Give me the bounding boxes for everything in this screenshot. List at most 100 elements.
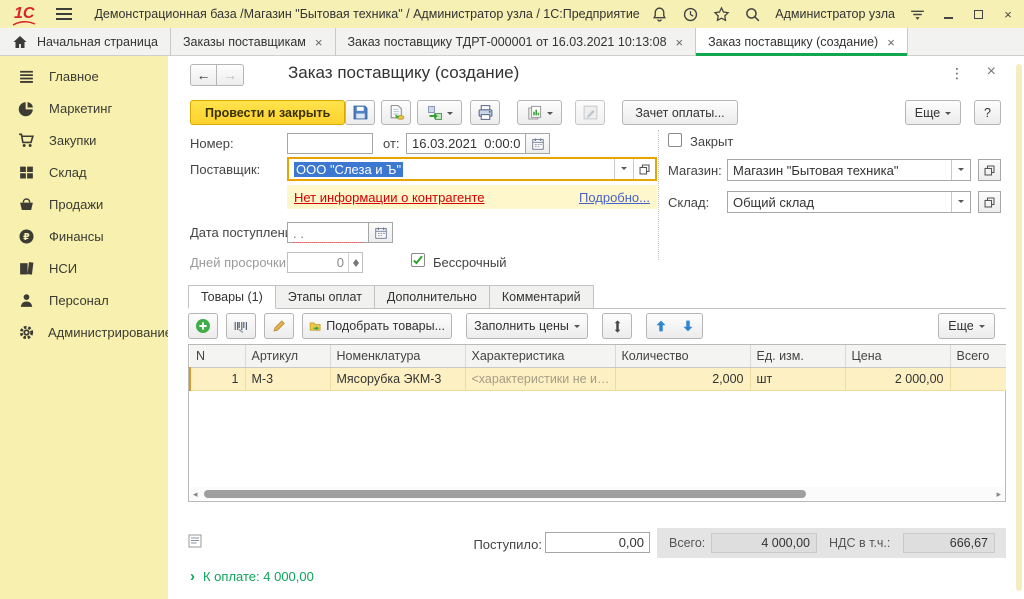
warehouse-dropdown-button[interactable] [951, 192, 970, 212]
favorites-star-icon[interactable] [713, 6, 730, 23]
minimize-button[interactable] [940, 6, 956, 22]
tab-close-icon[interactable]: × [676, 36, 684, 49]
cell-nomenclature[interactable]: Мясорубка ЭКМ-3 [330, 368, 465, 391]
sidebar-item-warehouse[interactable]: Склад [0, 156, 168, 188]
warehouse-open-button[interactable] [978, 191, 1001, 213]
scroll-left-arrow-icon[interactable]: ◂ [193, 489, 198, 500]
no-counterparty-info-link[interactable]: Нет информации о контрагенте [294, 190, 485, 205]
maximize-button[interactable] [970, 6, 986, 22]
number-input[interactable] [287, 133, 373, 154]
cell-price[interactable]: 2 000,00 [845, 368, 950, 391]
move-row-down-button[interactable] [673, 313, 703, 339]
shop-combobox[interactable]: Магазин "Бытовая техника" [727, 159, 971, 181]
edit-row-button[interactable] [264, 313, 294, 339]
fill-prices-button[interactable]: Заполнить цены [466, 313, 588, 339]
notifications-bell-icon[interactable] [651, 6, 668, 23]
stepper-arrows[interactable] [348, 253, 362, 272]
col-nomenclature[interactable]: Номенклатура [330, 345, 465, 368]
scroll-right-arrow-icon[interactable]: ▸ [996, 489, 1001, 500]
form-more-button[interactable]: Еще [905, 100, 961, 125]
edit-attachment-button[interactable] [575, 100, 605, 125]
tab-payment-stages[interactable]: Этапы оплат [275, 285, 375, 308]
form-vertical-scrollbar[interactable] [1016, 64, 1022, 591]
shop-dropdown-button[interactable] [951, 160, 970, 180]
sidebar-item-personnel[interactable]: Персонал [0, 284, 168, 316]
sidebar-item-purchases[interactable]: Закупки [0, 124, 168, 156]
table-more-button[interactable]: Еще [938, 313, 995, 339]
shop-open-button[interactable] [978, 159, 1001, 181]
payment-offset-button[interactable]: Зачет оплаты... [622, 100, 738, 125]
perpetual-checkbox[interactable] [411, 253, 425, 267]
sidebar-item-masterdata[interactable]: НСИ [0, 252, 168, 284]
closed-checkbox[interactable] [668, 133, 682, 147]
col-total[interactable]: Всего [950, 345, 1006, 368]
warehouse-combobox[interactable]: Общий склад [727, 191, 971, 213]
tab-close-icon[interactable]: × [315, 36, 323, 49]
supplier-dropdown-button[interactable] [614, 159, 633, 179]
col-n[interactable]: N [190, 345, 245, 368]
form-close-icon[interactable]: × [987, 63, 996, 81]
overdue-days-stepper[interactable]: 0 [287, 252, 363, 273]
move-row-up-button[interactable] [646, 313, 676, 339]
footer-list-icon[interactable] [188, 534, 202, 548]
receipt-calendar-button[interactable] [369, 222, 393, 243]
grid-icon [18, 164, 36, 181]
cell-n[interactable]: 1 [190, 368, 245, 391]
nav-back-button[interactable]: ← [190, 64, 217, 86]
col-quantity[interactable]: Количество [615, 345, 750, 368]
cell-unit[interactable]: шт [750, 368, 845, 391]
post-and-close-button[interactable]: Провести и закрыть [190, 100, 345, 125]
tab-close-icon[interactable]: × [887, 36, 895, 49]
document-date-input[interactable] [406, 133, 526, 154]
close-window-button[interactable]: × [1000, 6, 1016, 22]
tab-supplier-order-new[interactable]: Заказ поставщику (создание) × [696, 28, 908, 56]
pick-goods-button[interactable]: Подобрать товары... [302, 313, 452, 339]
tab-comment[interactable]: Комментарий [489, 285, 594, 308]
cell-article[interactable]: М-3 [245, 368, 330, 391]
to-pay-link[interactable]: › К оплате: 4 000,00 [190, 568, 314, 585]
calendar-button[interactable] [526, 133, 550, 154]
tab-supplier-orders-list[interactable]: Заказы поставщикам × [171, 28, 336, 56]
sidebar-item-finance[interactable]: ₽ Финансы [0, 220, 168, 252]
col-unit[interactable]: Ед. изм. [750, 345, 845, 368]
cell-total[interactable] [950, 368, 1006, 391]
scrollbar-thumb[interactable] [204, 490, 806, 498]
tab-home[interactable]: Начальная страница [0, 28, 171, 56]
supplier-open-button[interactable] [633, 159, 655, 179]
help-button[interactable]: ? [974, 100, 1001, 125]
table-row[interactable]: 1 М-3 Мясорубка ЭКМ-3 <характеристики не… [190, 368, 1006, 391]
barcode-scan-button[interactable] [226, 313, 256, 339]
sidebar-item-sales[interactable]: Продажи [0, 188, 168, 220]
history-icon[interactable] [682, 6, 699, 23]
tab-additional[interactable]: Дополнительно [374, 285, 490, 308]
tab-goods[interactable]: Товары (1) [188, 285, 276, 309]
details-link[interactable]: Подробно... [579, 190, 650, 205]
reports-button[interactable] [517, 100, 562, 125]
cell-characteristic[interactable]: <характеристики не и… [465, 368, 615, 391]
col-article[interactable]: Артикул [245, 345, 330, 368]
supplier-combobox[interactable]: ООО "Слеза и Ъ" [287, 157, 657, 181]
table-horizontal-scrollbar[interactable]: ◂ ▸ [190, 487, 1004, 500]
post-document-button[interactable] [381, 100, 411, 125]
received-input[interactable] [545, 532, 650, 553]
print-button[interactable] [470, 100, 500, 125]
col-price[interactable]: Цена [845, 345, 950, 368]
main-menu-icon[interactable] [56, 5, 72, 23]
gear-icon [18, 324, 35, 341]
search-icon[interactable] [744, 6, 761, 23]
col-characteristic[interactable]: Характеристика [465, 345, 615, 368]
expand-rows-button[interactable] [602, 313, 632, 339]
sidebar-item-marketing[interactable]: Маркетинг [0, 92, 168, 124]
sidebar-item-main[interactable]: Главное [0, 60, 168, 92]
receipt-date-input[interactable]: . . [287, 222, 369, 243]
sidebar-item-administration[interactable]: Администрирование [0, 316, 168, 348]
connection-settings-icon[interactable] [909, 6, 926, 23]
nav-forward-button[interactable]: → [217, 64, 244, 86]
cell-quantity[interactable]: 2,000 [615, 368, 750, 391]
current-user[interactable]: Администратор узла [775, 7, 895, 21]
add-row-button[interactable] [188, 313, 218, 339]
tab-supplier-order-saved[interactable]: Заказ поставщику ТДРТ-000001 от 16.03.20… [336, 28, 697, 56]
create-based-on-button[interactable] [417, 100, 462, 125]
save-button[interactable] [345, 100, 375, 125]
form-menu-kebab-icon[interactable]: ⋮ [950, 65, 964, 82]
